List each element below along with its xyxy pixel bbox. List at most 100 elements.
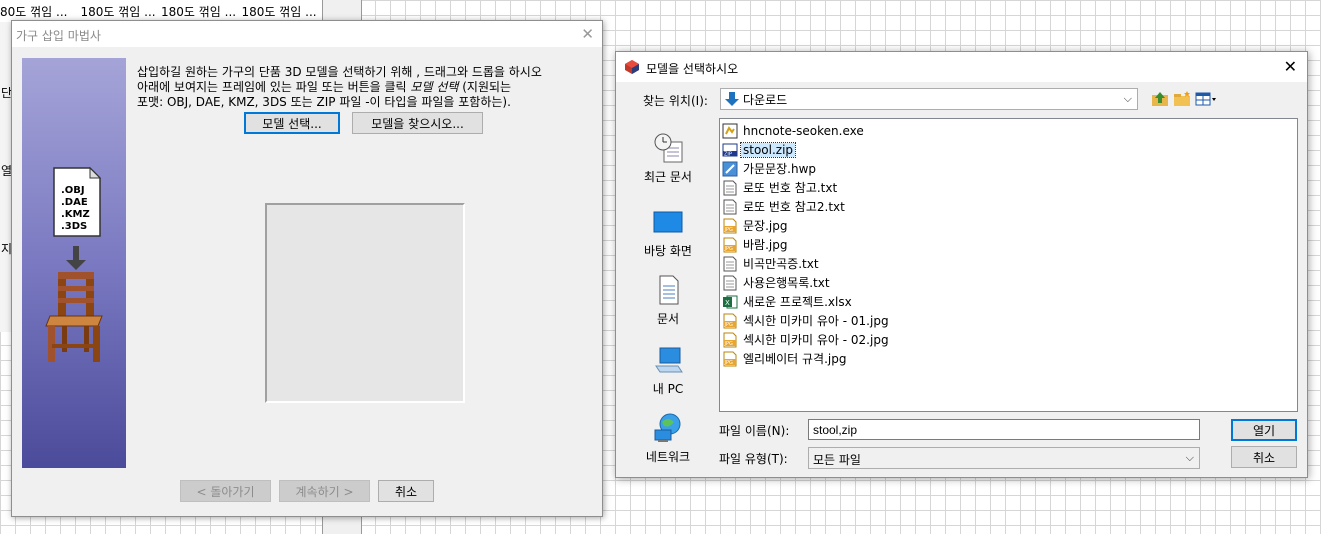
zip-icon: ZIP — [722, 142, 738, 158]
format-label: .DAE — [61, 197, 88, 208]
wizard-instructions: 삽입하길 원하는 가구의 단품 3D 모델을 선택하기 위해 , 드래그와 드롭… — [137, 65, 587, 110]
wizard-side-banner: .OBJ .DAE .KMZ .3DS — [22, 58, 126, 468]
background-tab[interactable]: 80도 꺾임 ... — [0, 0, 81, 22]
cancel-button[interactable]: 취소 — [1231, 446, 1297, 468]
file-name: 문장.jpg — [743, 219, 788, 233]
download-arrow-icon — [725, 92, 739, 106]
desktop-icon — [652, 206, 684, 238]
recent-documents-icon — [652, 132, 684, 164]
place-recent[interactable]: 최근 문서 — [624, 132, 712, 185]
place-label: 문서 — [656, 312, 680, 326]
format-label: .3DS — [61, 221, 87, 232]
look-in-label: 찾는 위치(I): — [643, 94, 708, 108]
select-model-button[interactable]: 모델 선택... — [244, 112, 340, 134]
model-file-icon: .OBJ .DAE .KMZ .3DS — [53, 166, 102, 237]
instruction-line: 삽입하길 원하는 가구의 단품 3D 모델을 선택하기 위해 , 드래그와 드롭… — [137, 65, 542, 79]
hwp-icon — [722, 161, 738, 177]
background-tab[interactable]: 180도 꺾임 ... — [161, 0, 242, 22]
place-desktop[interactable]: 바탕 화면 — [624, 206, 712, 259]
file-name: stool.zip — [739, 141, 797, 158]
file-list-item[interactable]: 로또 번호 참고.txt — [720, 178, 1297, 197]
instruction-line: 포맷: OBJ, DAE, KMZ, 3DS 또는 ZIP 파일 -이 타입을 … — [137, 95, 511, 109]
file-name: 로또 번호 참고.txt — [743, 181, 838, 195]
file-dialog-title: 모델을 선택하시오 — [646, 62, 739, 76]
back-button[interactable]: < 돌아가기 — [180, 480, 271, 502]
svg-text:ZIP: ZIP — [724, 151, 732, 157]
jpg-icon: JPG — [722, 351, 738, 367]
place-this-pc[interactable]: 내 PC — [624, 344, 712, 397]
up-folder-icon[interactable] — [1151, 90, 1169, 108]
close-icon[interactable]: ✕ — [581, 25, 594, 43]
file-list-item[interactable]: 로또 번호 참고2.txt — [720, 197, 1297, 216]
file-list-item[interactable]: JPG 섹시한 미카미 유아 - 02.jpg — [720, 330, 1297, 349]
place-label: 네트워크 — [645, 450, 691, 464]
look-in-combo[interactable]: 다운로드 ⌵ — [720, 88, 1138, 110]
file-list-item[interactable]: 사용은행목록.txt — [720, 273, 1297, 292]
file-type-combo[interactable]: 모든 파일 ⌵ — [808, 447, 1200, 469]
file-list[interactable]: hncnote-seoken.exe ZIP stool.zip 가문문장.hwp 로또… — [719, 118, 1298, 412]
place-label: 바탕 화면 — [644, 244, 692, 258]
network-icon — [652, 412, 684, 444]
file-list-item[interactable]: 가문문장.hwp — [720, 159, 1297, 178]
txt-icon — [722, 199, 738, 215]
file-type-value: 모든 파일 — [813, 453, 861, 467]
file-list-item[interactable]: 비곡만곡증.txt — [720, 254, 1297, 273]
wizard-title: 가구 삽입 마법사 — [16, 29, 101, 43]
places-bar: 최근 문서 바탕 화면 문서 내 PC 네트워크 — [624, 118, 712, 468]
exe-icon — [722, 123, 738, 139]
file-dialog-titlebar: 모델을 선택하시오 ✕ — [616, 52, 1307, 82]
jpg-icon: JPG — [722, 332, 738, 348]
jpg-icon: JPG — [722, 313, 738, 329]
file-dialog-toolbar — [1151, 90, 1217, 108]
svg-text:X: X — [725, 299, 730, 307]
cancel-button[interactable]: 취소 — [378, 480, 434, 502]
place-documents[interactable]: 문서 — [624, 274, 712, 327]
place-label: 내 PC — [652, 382, 684, 396]
background-tab-strip: 80도 꺾임 ... 180도 꺾임 ... 180도 꺾임 ... 180도 … — [0, 0, 322, 22]
svg-text:JPG: JPG — [724, 360, 733, 366]
chevron-down-icon: ⌵ — [1123, 92, 1132, 105]
file-name: 새로운 프로젝트.xlsx — [743, 295, 852, 309]
svg-text:JPG: JPG — [724, 246, 733, 252]
file-name-input[interactable] — [808, 419, 1200, 440]
app-icon — [625, 60, 639, 74]
file-name: 섹시한 미카미 유아 - 02.jpg — [743, 333, 889, 347]
txt-icon — [722, 275, 738, 291]
svg-text:JPG: JPG — [724, 227, 733, 233]
file-name: 엘리베이터 규격.jpg — [743, 352, 847, 366]
svg-text:JPG: JPG — [724, 341, 733, 347]
place-network[interactable]: 네트워크 — [624, 412, 712, 465]
file-type-label: 파일 유형(T): — [719, 452, 788, 466]
view-menu-icon[interactable] — [1195, 90, 1217, 108]
file-list-item[interactable]: JPG 엘리베이터 규격.jpg — [720, 349, 1297, 368]
file-list-item[interactable]: JPG 섹시한 미카미 유아 - 01.jpg — [720, 311, 1297, 330]
file-name: 로또 번호 참고2.txt — [743, 200, 845, 214]
find-model-button[interactable]: 모델을 찾으시오... — [352, 112, 483, 134]
jpg-icon: JPG — [722, 218, 738, 234]
svg-text:JPG: JPG — [724, 322, 733, 328]
background-tab[interactable]: 180도 꺾임 ... — [242, 0, 323, 22]
file-name: 비곡만곡증.txt — [743, 257, 819, 271]
instruction-emphasis: 모델 선택 — [410, 80, 459, 94]
background-tab[interactable]: 180도 꺾임 ... — [81, 0, 162, 22]
file-list-item[interactable]: JPG 문장.jpg — [720, 216, 1297, 235]
file-name: 바람.jpg — [743, 238, 788, 252]
file-list-item[interactable]: JPG 바람.jpg — [720, 235, 1297, 254]
xlsx-icon: X — [722, 294, 738, 310]
file-name: 사용은행목록.txt — [743, 276, 830, 290]
furniture-import-wizard: 가구 삽입 마법사 ✕ .OBJ .DAE .KMZ .3DS 삽입하길 원하는… — [11, 20, 603, 517]
instruction-line: 아래에 보여지는 프레임에 있는 파일 또는 버튼을 클릭 모델 선택 (지원되… — [137, 80, 587, 95]
open-button[interactable]: 열기 — [1231, 419, 1297, 441]
file-list-item[interactable]: hncnote-seoken.exe — [720, 121, 1297, 140]
txt-icon — [722, 256, 738, 272]
model-preview-frame[interactable] — [265, 203, 465, 403]
instruction-text: (지원되는 — [458, 80, 512, 94]
continue-button[interactable]: 계속하기 > — [279, 480, 370, 502]
model-file-dialog: 모델을 선택하시오 ✕ 찾는 위치(I): 다운로드 ⌵ 최근 문서 바탕 화면… — [615, 51, 1308, 478]
new-folder-icon[interactable] — [1173, 90, 1191, 108]
close-icon[interactable]: ✕ — [1284, 57, 1297, 76]
jpg-icon: JPG — [722, 237, 738, 253]
file-list-item[interactable]: X 새로운 프로젝트.xlsx — [720, 292, 1297, 311]
computer-icon — [652, 344, 684, 376]
file-list-item[interactable]: ZIP stool.zip — [720, 140, 1297, 159]
